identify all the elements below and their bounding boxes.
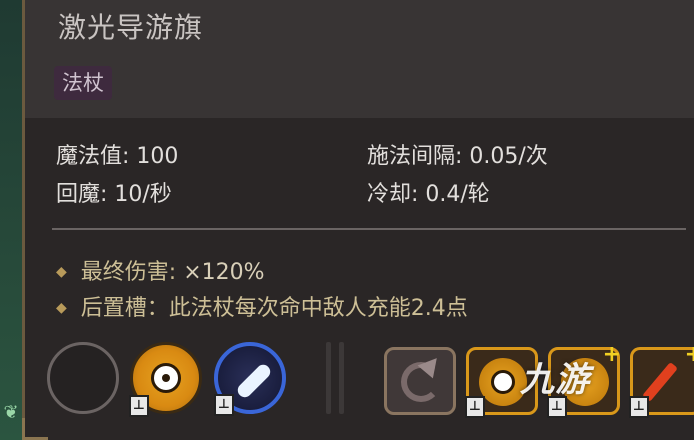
lock-icon: ⊥ — [129, 395, 149, 417]
left-strip: ❦ — [0, 0, 22, 440]
stat-cooldown: 冷却: 0.4/轮 — [367, 182, 490, 207]
spell-slot-target-orb[interactable]: ⊥ — [129, 342, 202, 417]
stat-mana: 魔法值: 100 — [56, 144, 179, 169]
spell-slot-feather[interactable]: ⊥ — [214, 342, 286, 416]
final-damage-value: ×120% — [183, 260, 265, 285]
slot-separator — [326, 342, 331, 414]
lock-icon: ⊥ — [629, 396, 649, 418]
diamond-bullet-icon: ◆ — [56, 300, 67, 316]
lock-icon: ⊥ — [214, 394, 234, 416]
spell-slot-red-arrow[interactable]: + ⊥ — [629, 342, 694, 418]
wand-type-tag: 法杖 — [54, 66, 112, 100]
stat-recharge: 回魔: 10/秒 — [56, 182, 172, 207]
spell-slot-spiral-arrow[interactable] — [384, 347, 456, 415]
watermark-logo: 九游 — [520, 360, 590, 400]
target-orb-icon — [151, 363, 181, 393]
bullet-back-slot: ◆ 后置槽：此法杖每次命中敌人充能2.4点 — [56, 290, 468, 322]
divider — [52, 228, 686, 230]
panel-corner-ornament — [22, 418, 48, 440]
stat-cast-delay: 施法间隔: 0.05/次 — [367, 144, 548, 169]
diamond-bullet-icon: ◆ — [56, 264, 67, 280]
feather-icon — [234, 361, 274, 401]
plus-icon: + — [684, 342, 694, 367]
bullet-final-damage: ◆ 最终伤害: ×120% — [56, 254, 265, 286]
plus-icon: + — [602, 342, 621, 367]
final-damage-label: 最终伤害: — [80, 260, 177, 285]
wand-title: 激光导游旗 — [58, 11, 204, 44]
slot-separator — [339, 342, 344, 414]
leaf-icon: ❦ — [3, 402, 19, 423]
spell-slot-empty[interactable] — [47, 342, 119, 414]
back-slot-label: 后置槽：此法杖每次命中敌人充能2.4点 — [80, 296, 468, 321]
lock-icon: ⊥ — [465, 396, 485, 418]
